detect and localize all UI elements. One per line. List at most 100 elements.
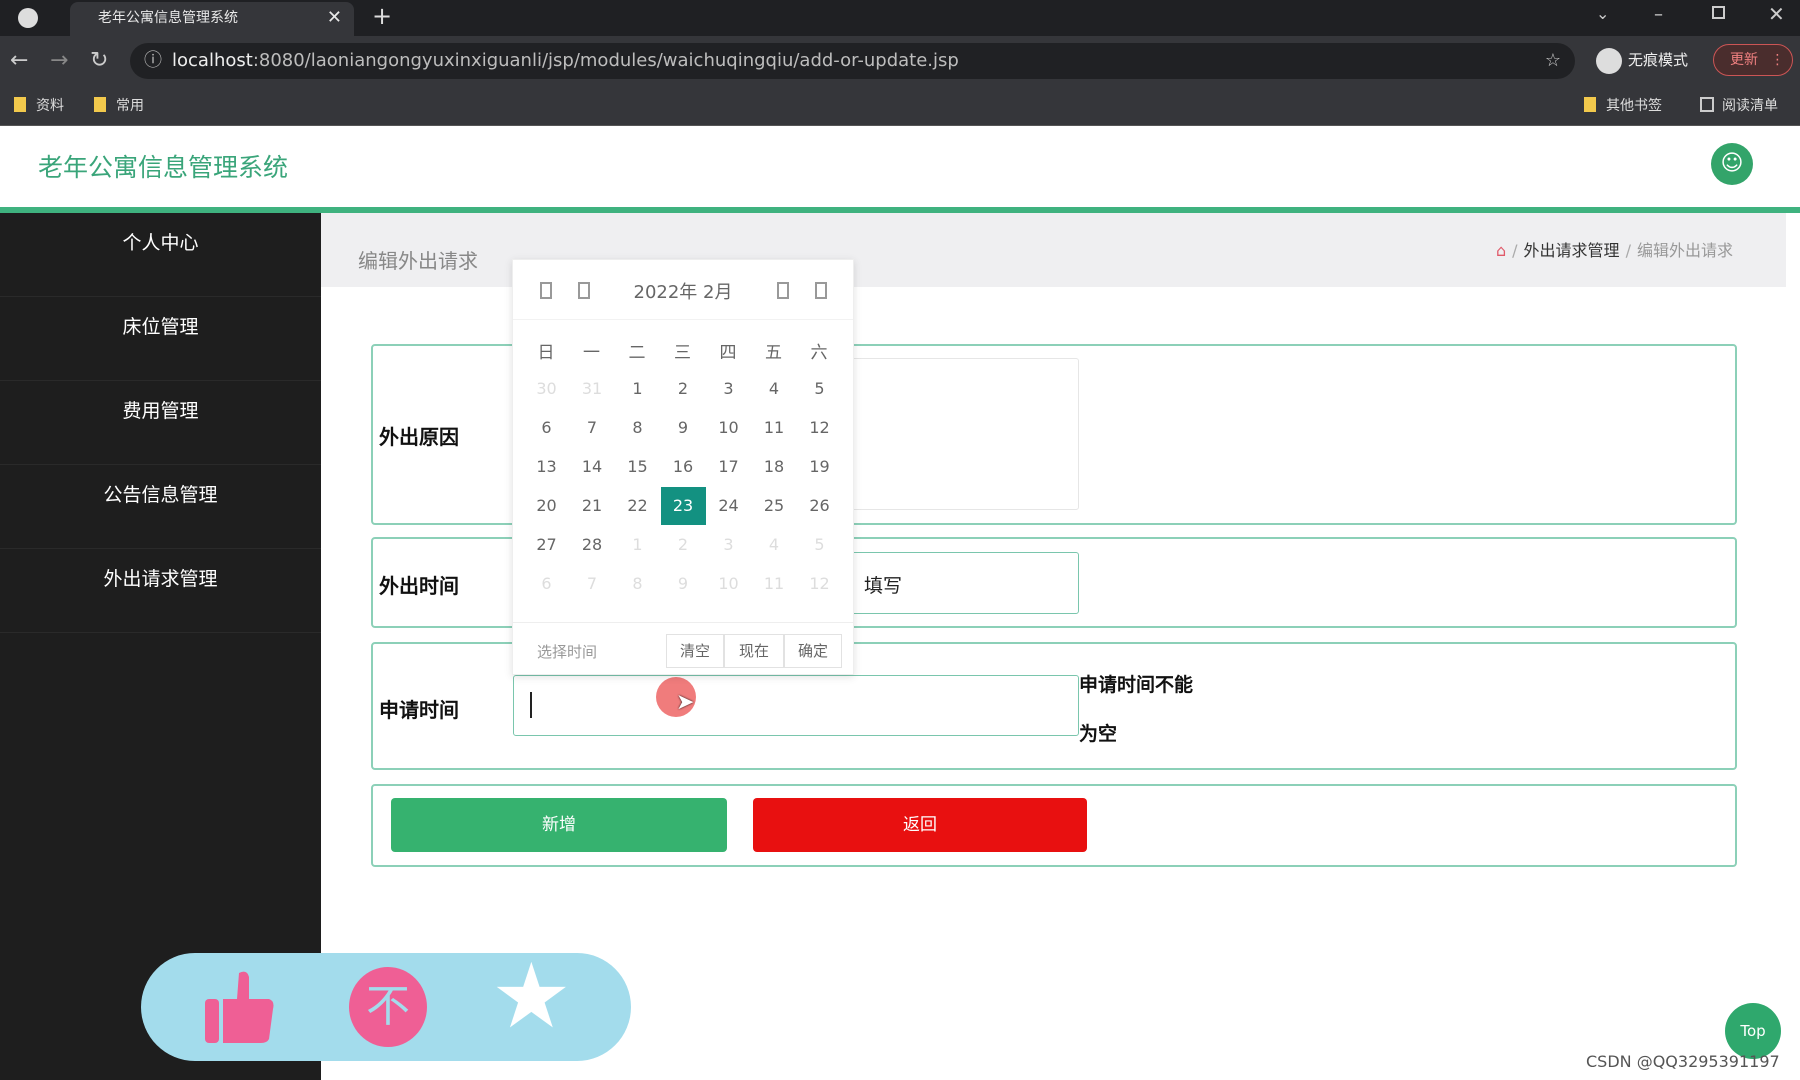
incognito-indicator[interactable]: 无痕模式	[1596, 46, 1688, 74]
day-cell[interactable]: 2	[661, 526, 706, 564]
sidebar-item-bed-management[interactable]: 床位管理	[0, 297, 321, 381]
day-cell[interactable]: 12	[797, 409, 842, 447]
day-cell[interactable]: 16	[661, 448, 706, 486]
new-tab-icon[interactable]: +	[372, 2, 392, 30]
url-host: localhost	[172, 50, 253, 71]
day-cell[interactable]: 27	[524, 526, 569, 564]
forward-icon[interactable]: →	[50, 44, 68, 78]
sidebar-item-fee-management[interactable]: 费用管理	[0, 381, 321, 465]
url-path: :8080/laoniangongyuxinxiguanli/jsp/modul…	[252, 50, 959, 71]
day-cell[interactable]: 6	[524, 565, 569, 603]
day-cell[interactable]: 10	[706, 565, 751, 603]
restore-icon[interactable]	[1712, 6, 1725, 19]
bookmark-folder-changyong[interactable]: 常用	[94, 96, 144, 116]
day-cell[interactable]: 5	[797, 370, 842, 408]
browser-tab[interactable]: 老年公寓信息管理系统 ✕	[70, 2, 354, 36]
home-icon[interactable]: ⌂	[1496, 241, 1506, 260]
url-input[interactable]: ⓘ localhost:8080/laoniangongyuxinxiguanli…	[130, 43, 1575, 79]
day-cell[interactable]: 12	[797, 565, 842, 603]
out-time-label: 外出时间	[379, 574, 459, 598]
day-cell[interactable]: 5	[797, 526, 842, 564]
day-cell[interactable]: 4	[752, 370, 797, 408]
user-avatar-icon[interactable]: ☺	[1711, 143, 1753, 185]
day-cell[interactable]: 20	[524, 487, 569, 525]
day-cell[interactable]: 2	[661, 370, 706, 408]
day-cell[interactable]: 17	[706, 448, 751, 486]
year-month-label[interactable]: 2022年 2月	[513, 278, 853, 304]
bookmark-label: 资料	[36, 98, 64, 114]
day-cell[interactable]: 15	[615, 448, 660, 486]
date-picker-popup: 2022年 2月 日一二三四五六 30 31 1 2 3 4 5 6 7 8 9 10 11 12 13 14 1…	[512, 259, 854, 675]
tab-list-icon[interactable]: ⌄	[1596, 4, 1609, 23]
back-to-top-button[interactable]: Top	[1725, 1003, 1781, 1059]
clear-button[interactable]: 清空	[666, 634, 724, 668]
day-cell[interactable]: 11	[752, 565, 797, 603]
next-year-icon[interactable]	[815, 282, 827, 299]
day-cell[interactable]: 31	[570, 370, 615, 408]
reading-list[interactable]: 阅读清单	[1700, 96, 1778, 116]
day-cell[interactable]: 3	[706, 526, 751, 564]
day-cell[interactable]: 7	[570, 409, 615, 447]
star-icon[interactable]: ★	[491, 947, 572, 1047]
day-cell[interactable]: 4	[752, 526, 797, 564]
thumbs-up-icon[interactable]	[201, 969, 277, 1045]
now-button[interactable]: 现在	[724, 634, 784, 668]
bookmark-folder-ziliao[interactable]: 资料	[14, 96, 64, 116]
folder-icon	[94, 97, 106, 112]
day-cell[interactable]: 19	[797, 448, 842, 486]
day-cell[interactable]: 3	[706, 370, 751, 408]
day-cell[interactable]: 30	[524, 370, 569, 408]
select-time-link[interactable]: 选择时间	[537, 641, 597, 662]
day-cell[interactable]: 26	[797, 487, 842, 525]
tab-title: 老年公寓信息管理系统	[98, 10, 238, 26]
sidebar-item-notice-management[interactable]: 公告信息管理	[0, 465, 321, 549]
add-button[interactable]: 新增	[391, 798, 727, 852]
day-cell[interactable]: 9	[661, 565, 706, 603]
next-month-icon[interactable]	[777, 282, 789, 299]
update-button[interactable]: 更新 ⋮	[1713, 44, 1793, 76]
day-cell-selected[interactable]: 23	[660, 487, 706, 525]
day-cell[interactable]: 6	[524, 409, 569, 447]
day-cell[interactable]: 18	[752, 448, 797, 486]
minimize-icon[interactable]: –	[1654, 4, 1663, 25]
breadcrumb-item[interactable]: 外出请求管理	[1524, 241, 1620, 260]
folder-icon	[1584, 97, 1596, 112]
day-cell[interactable]: 28	[570, 526, 615, 564]
weekday-header: 二	[628, 343, 646, 363]
incognito-label: 无痕模式	[1628, 51, 1689, 69]
back-icon[interactable]: ←	[10, 44, 28, 78]
date-picker-footer: 选择时间 清空 现在 确定	[513, 622, 853, 676]
day-cell[interactable]: 7	[570, 565, 615, 603]
bookmark-star-icon[interactable]: ☆	[1545, 43, 1561, 79]
back-button[interactable]: 返回	[753, 798, 1087, 852]
close-window-icon[interactable]: ✕	[1768, 2, 1785, 26]
day-cell[interactable]: 8	[615, 409, 660, 447]
confirm-button[interactable]: 确定	[784, 634, 842, 668]
day-cell[interactable]: 8	[615, 565, 660, 603]
weekday-header: 五	[765, 343, 782, 363]
day-cell[interactable]: 11	[752, 409, 797, 447]
other-bookmarks[interactable]: 其他书签	[1584, 96, 1662, 116]
page-title: 编辑外出请求	[358, 249, 478, 273]
day-cell[interactable]: 21	[570, 487, 615, 525]
sidebar: 个人中心 床位管理 费用管理 公告信息管理 外出请求管理	[0, 213, 321, 1080]
sidebar-item-personal-center[interactable]: 个人中心	[0, 213, 321, 297]
day-cell[interactable]: 14	[570, 448, 615, 486]
reload-icon[interactable]: ↻	[90, 44, 108, 78]
day-cell[interactable]: 1	[615, 370, 660, 408]
day-cell[interactable]: 22	[615, 487, 660, 525]
day-cell[interactable]: 25	[752, 487, 797, 525]
day-cell[interactable]: 13	[524, 448, 569, 486]
day-cell[interactable]: 24	[706, 487, 751, 525]
sidebar-item-outing-request-management[interactable]: 外出请求管理	[0, 549, 321, 633]
reading-list-label: 阅读清单	[1722, 98, 1778, 114]
day-cell[interactable]: 9	[661, 409, 706, 447]
day-cell[interactable]: 1	[615, 526, 660, 564]
apply-time-input[interactable]	[513, 675, 1079, 736]
apply-time-label: 申请时间	[379, 698, 459, 722]
menu-kebab-icon[interactable]: ⋮	[1770, 52, 1784, 68]
day-cell[interactable]: 10	[706, 409, 751, 447]
info-icon[interactable]: ⓘ	[144, 43, 162, 79]
coin-icon[interactable]: 不	[349, 967, 427, 1047]
tab-close-icon[interactable]: ✕	[327, 2, 342, 34]
